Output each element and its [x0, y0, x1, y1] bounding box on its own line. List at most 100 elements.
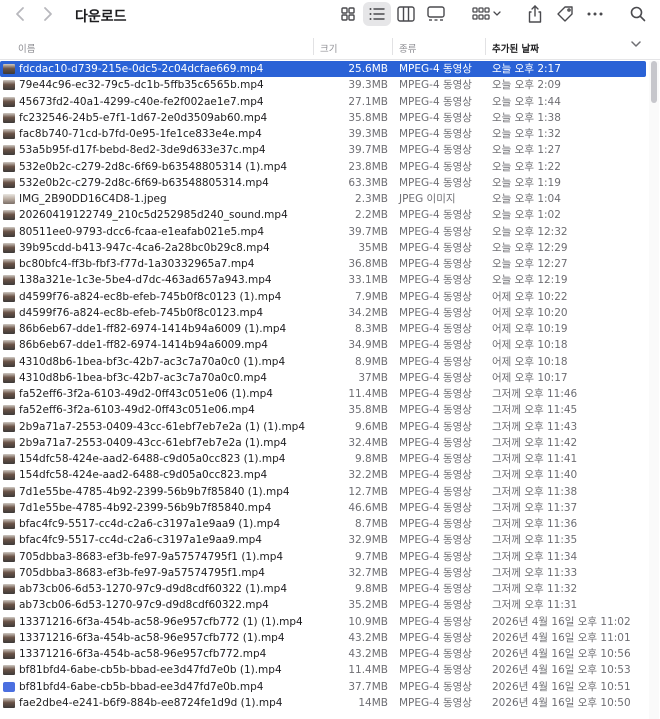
table-row[interactable]: fdcdac10-d739-215e-0dc5-2c04dcfae669.mp4…: [0, 61, 646, 78]
file-size: 32.2MB: [348, 469, 388, 482]
file-name: fa52eff6-3f2a-6103-49d2-0ff43c051e06.mp4: [19, 404, 255, 417]
table-row[interactable]: IMG_2B90DD16C4D8-1.jpeg 2.3MB JPEG 이미지 오늘 오…: [0, 191, 646, 207]
video-thumbnail-icon: [3, 112, 15, 123]
column-divider[interactable]: [313, 38, 314, 55]
column-view-icon[interactable]: [395, 4, 417, 24]
file-date-added: 오늘 오후 1:27: [492, 144, 561, 157]
table-row[interactable]: 13371216-6f3a-454b-ac58-96e957cfb772 (1)…: [0, 630, 646, 646]
column-header-kind[interactable]: 종류: [399, 41, 416, 55]
file-date-added: 그저께 오후 11:41: [492, 453, 578, 465]
table-row[interactable]: fc232546-24b5-e7f1-1d67-2e0d3509ab60.mp4…: [0, 110, 646, 126]
table-row[interactable]: 4310d8b6-1bea-bf3c-42b7-ac3c7a70a0c0 (1)…: [0, 354, 646, 370]
file-name: 138a321e-1c3e-5be4-d7dc-463ad657a943.mp4: [19, 274, 272, 287]
file-name: 80511ee0-9793-dcc6-fcaa-e1eafab021e5.mp4: [19, 225, 265, 238]
table-row[interactable]: 154dfc58-424e-aad2-6488-c9d05a0cc823.mp4…: [0, 467, 646, 483]
tag-icon[interactable]: [554, 4, 576, 24]
file-size: 35.2MB: [348, 599, 388, 612]
file-name: d4599f76-a824-ec8b-efeb-745b0f8c0123 (1)…: [19, 290, 282, 303]
table-row[interactable]: 705dbba3-8683-ef3b-fe97-9a57574795f1 (1)…: [0, 549, 646, 565]
file-date-added: 그저께 오후 11:43: [492, 420, 578, 433]
table-row[interactable]: fa52eff6-3f2a-6103-49d2-0ff43c051e06.mp4…: [0, 402, 646, 418]
table-row[interactable]: bfac4fc9-5517-cc4d-c2a6-c3197a1e9aa9.mp4…: [0, 532, 646, 548]
file-name: 53a5b95f-d17f-bebd-8ed2-3de9d633e37c.mp4: [19, 144, 266, 157]
gallery-view-icon[interactable]: [425, 4, 447, 24]
file-list[interactable]: fdcdac10-d739-215e-0dc5-2c04dcfae669.mp4…: [0, 61, 648, 719]
file-kind: MPEG-4 동영상: [399, 388, 472, 400]
file-name: fac8b740-71cd-b7fd-0e95-1fe1ce833e4e.mp4: [19, 128, 262, 140]
table-row[interactable]: bc80bfc4-ff3b-fbf3-f77d-1a30332965a7.mp4…: [0, 256, 646, 272]
table-row[interactable]: 79e44c96-ec32-79c5-dc1b-5ffb35c6565b.mp4…: [0, 77, 646, 93]
sort-chevron-down-icon[interactable]: [630, 38, 642, 53]
file-kind: MPEG-4 동영상: [399, 225, 472, 238]
table-row[interactable]: fac8b740-71cd-b7fd-0e95-1fe1ce833e4e.mp4…: [0, 126, 646, 142]
file-size: 8.9MB: [355, 355, 388, 368]
table-row[interactable]: 138a321e-1c3e-5be4-d7dc-463ad657a943.mp4…: [0, 272, 646, 288]
table-row[interactable]: 20260419122749_210c5d252985d240_sound.mp…: [0, 207, 646, 223]
file-kind: MPEG-4 동영상: [399, 144, 472, 157]
table-row[interactable]: fa52eff6-3f2a-6103-49d2-0ff43c051e06 (1)…: [0, 386, 646, 402]
file-kind: MPEG-4 동영상: [399, 599, 472, 612]
vertical-scrollbar[interactable]: [649, 61, 659, 719]
file-date-added: 그저께 오후 11:36: [492, 518, 578, 530]
file-size: 43.2MB: [348, 648, 388, 660]
icon-view-icon[interactable]: [337, 4, 359, 24]
table-row[interactable]: ab73cb06-6d53-1270-97c9-d9d8cdf60322.mp4…: [0, 597, 646, 613]
table-row[interactable]: 2b9a71a7-2553-0409-43cc-61ebf7eb7e2a (1)…: [0, 419, 646, 435]
table-row[interactable]: 2b9a71a7-2553-0409-43cc-61ebf7eb7e2a (1)…: [0, 435, 646, 451]
file-kind: MPEG-4 동영상: [399, 355, 472, 368]
file-kind: MPEG-4 동영상: [399, 664, 472, 677]
table-row[interactable]: d4599f76-a824-ec8b-efeb-745b0f8c0123.mp4…: [0, 305, 646, 321]
file-date-added: 오늘 오후 1:32: [492, 128, 561, 140]
file-date-added: 오늘 오후 12:32: [492, 225, 568, 238]
column-header-name[interactable]: 이름: [18, 41, 35, 55]
video-thumbnail-icon: [3, 502, 15, 513]
table-row[interactable]: bf81bfd4-6abe-cb5b-bbad-ee3d47fd7e0b (1)…: [0, 662, 646, 678]
table-row[interactable]: ab73cb06-6d53-1270-97c9-d9d8cdf60322 (1)…: [0, 581, 646, 597]
file-date-added: 어제 오후 10:17: [492, 371, 568, 384]
back-chevron-icon[interactable]: [10, 3, 32, 25]
file-name: ab73cb06-6d53-1270-97c9-d9d8cdf60322 (1)…: [19, 583, 288, 595]
table-row[interactable]: 39b95cdd-b413-947c-4ca6-2a28bc0b29c8.mp4…: [0, 240, 646, 256]
table-row[interactable]: 705dbba3-8683-ef3b-fe97-9a57574795f1.mp4…: [0, 565, 646, 581]
table-row[interactable]: 45673fd2-40a1-4299-c40e-fe2f002ae1e7.mp4…: [0, 94, 646, 110]
table-row[interactable]: 532e0b2c-c279-2d8c-6f69-b63548805314.mp4…: [0, 175, 646, 191]
table-row[interactable]: 154dfc58-424e-aad2-6488-c9d05a0cc823 (1)…: [0, 451, 646, 467]
table-row[interactable]: 86b6eb67-dde1-ff82-6974-1414b94a6009 (1)…: [0, 321, 646, 337]
table-row[interactable]: 53a5b95f-d17f-bebd-8ed2-3de9d633e37c.mp4…: [0, 142, 646, 158]
table-row[interactable]: 7d1e55be-4785-4b92-2399-56b9b7f85840.mp4…: [0, 500, 646, 516]
table-row[interactable]: bfac4fc9-5517-cc4d-c2a6-c3197a1e9aa9 (1)…: [0, 516, 646, 532]
file-size: 43.2MB: [348, 631, 388, 644]
video-thumbnail-icon: [3, 535, 15, 546]
file-kind: MPEG-4 동영상: [399, 306, 472, 319]
column-divider[interactable]: [392, 38, 393, 55]
forward-chevron-icon[interactable]: [36, 3, 58, 25]
video-thumbnail-icon: [3, 210, 15, 221]
video-thumbnail-icon: [3, 372, 15, 383]
share-icon[interactable]: [524, 4, 546, 24]
table-row[interactable]: 7d1e55be-4785-4b92-2399-56b9b7f85840 (1)…: [0, 484, 646, 500]
column-divider[interactable]: [485, 38, 486, 55]
list-view-icon[interactable]: [366, 4, 388, 24]
table-row[interactable]: 13371216-6f3a-454b-ac58-96e957cfb772 (1)…: [0, 614, 646, 630]
table-row[interactable]: 13371216-6f3a-454b-ac58-96e957cfb772.mp4…: [0, 646, 646, 662]
video-thumbnail-icon: [3, 259, 15, 269]
column-header-size[interactable]: 크기: [320, 41, 337, 55]
scrollbar-thumb[interactable]: [651, 61, 657, 103]
table-row[interactable]: 80511ee0-9793-dcc6-fcaa-e1eafab021e5.mp4…: [0, 224, 646, 240]
file-size: 37.7MB: [348, 680, 388, 693]
table-row[interactable]: bf81bfd4-6abe-cb5b-bbad-ee3d47fd7e0b.mp4…: [0, 679, 646, 695]
more-icon[interactable]: [584, 4, 606, 24]
file-kind: MPEG-4 동영상: [399, 258, 472, 270]
search-icon[interactable]: [627, 4, 649, 24]
table-row[interactable]: 4310d8b6-1bea-bf3c-42b7-ac3c7a70a0c0.mp4…: [0, 370, 646, 386]
group-by-icon[interactable]: [470, 4, 504, 24]
file-date-added: 어제 오후 10:22: [492, 290, 568, 303]
table-row[interactable]: 532e0b2c-c279-2d8c-6f69-b63548805314 (1)…: [0, 159, 646, 175]
table-row[interactable]: fae2dbe4-e241-b6f9-884b-ee8724fe1d9d (1)…: [0, 695, 646, 711]
table-row[interactable]: 86b6eb67-dde1-ff82-6974-1414b94a6009.mp4…: [0, 337, 646, 353]
column-header-date-added[interactable]: 추가된 날짜: [492, 41, 539, 55]
table-row[interactable]: d4599f76-a824-ec8b-efeb-745b0f8c0123 (1)…: [0, 289, 646, 305]
file-name: 154dfc58-424e-aad2-6488-c9d05a0cc823 (1)…: [19, 453, 286, 465]
file-size: 35.8MB: [348, 404, 388, 417]
file-date-added: 그저께 오후 11:40: [492, 469, 578, 482]
